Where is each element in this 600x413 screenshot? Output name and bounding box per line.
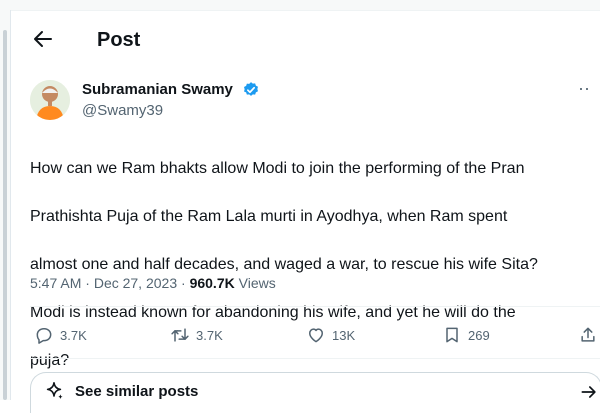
post-header: Post bbox=[11, 10, 600, 72]
page-title: Post bbox=[97, 29, 141, 51]
see-similar-posts-label: See similar posts bbox=[75, 383, 199, 400]
views-count: 960.7K bbox=[189, 275, 235, 291]
post-meta: 5:47 AM · Dec 27, 2023 · 960.7K Views bbox=[30, 274, 276, 292]
scrollbar-thumb[interactable] bbox=[3, 30, 7, 400]
avatar-image bbox=[30, 80, 70, 120]
like-count: 13K bbox=[332, 327, 356, 343]
back-button[interactable] bbox=[31, 27, 55, 51]
back-arrow-icon bbox=[34, 31, 52, 47]
avatar[interactable] bbox=[30, 80, 70, 120]
share-icon bbox=[581, 327, 595, 342]
repost-icon bbox=[171, 328, 189, 342]
heart-icon bbox=[309, 328, 323, 343]
author-name[interactable]: Subramanian Swamy bbox=[82, 80, 233, 100]
post-text-line: Prathishta Puja of the Ram Lala murti in… bbox=[30, 208, 508, 225]
bookmark-button[interactable]: 269 bbox=[442, 322, 490, 348]
verified-badge-icon bbox=[242, 81, 260, 99]
post-text-line: How can we Ram bhakts allow Modi to join… bbox=[30, 160, 525, 177]
repost-button[interactable]: 3.7K bbox=[170, 322, 223, 348]
post-date[interactable]: Dec 27, 2023 bbox=[94, 275, 177, 291]
post-text-line: puja? bbox=[30, 352, 70, 369]
divider bbox=[30, 306, 600, 307]
reply-button[interactable]: 3.7K bbox=[34, 322, 87, 348]
more-options-button[interactable]: ·· bbox=[578, 78, 600, 98]
meta-separator: · bbox=[177, 275, 190, 291]
bookmark-icon bbox=[446, 327, 458, 343]
repost-count: 3.7K bbox=[196, 327, 223, 343]
post-time[interactable]: 5:47 AM bbox=[30, 275, 81, 291]
reply-count: 3.7K bbox=[60, 327, 87, 343]
sparkle-icon bbox=[46, 381, 63, 400]
meta-separator: · bbox=[81, 275, 94, 291]
see-similar-posts-button[interactable]: See similar posts bbox=[30, 372, 600, 413]
reply-icon bbox=[36, 328, 52, 344]
left-scroll-rail[interactable] bbox=[0, 10, 11, 400]
arrow-right-icon bbox=[581, 386, 596, 398]
action-bar: 3.7K 3.7K 13K 269 bbox=[30, 322, 600, 348]
like-button[interactable]: 13K bbox=[306, 322, 355, 348]
divider bbox=[30, 358, 600, 359]
share-button[interactable] bbox=[578, 322, 598, 348]
bookmark-count: 269 bbox=[468, 327, 490, 343]
views-label: Views bbox=[234, 275, 276, 291]
author-handle[interactable]: @Swamy39 bbox=[82, 102, 163, 120]
